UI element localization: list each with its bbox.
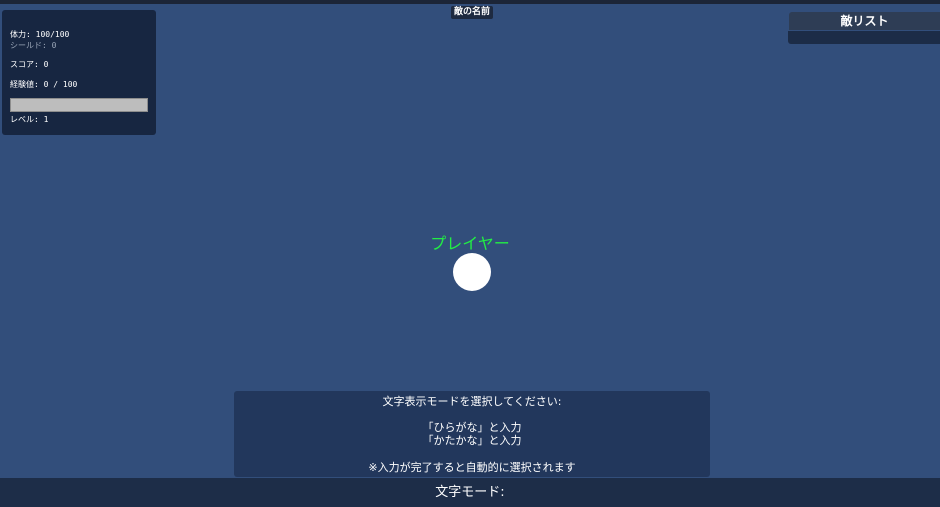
- mode-select-dialog: 文字表示モードを選択してください: 「ひらがな」と入力 「かたかな」と入力 ※入…: [234, 391, 710, 477]
- player-sprite-icon: [453, 253, 491, 291]
- level-stat: レベル: 1: [10, 115, 48, 125]
- exp-stat: 経験値: 0 / 100: [10, 80, 77, 90]
- shield-label: シールド:: [10, 41, 52, 50]
- enemy-name-tag: 敵の名前: [451, 6, 494, 19]
- score-value: 0: [43, 60, 49, 69]
- stats-panel: 体力: 100/100 シールド: 0 スコア: 0 経験値: 0 / 100 …: [2, 10, 156, 135]
- score-stat: スコア: 0: [10, 60, 48, 70]
- mode-prompt: 文字表示モードを選択してください:: [382, 395, 562, 408]
- hp-label: 体力:: [10, 30, 36, 39]
- exp-value: 0 / 100: [43, 80, 78, 89]
- auto-select-note: ※入力が完了すると自動的に選択されます: [368, 461, 576, 474]
- exp-progress-bar: [10, 98, 148, 112]
- hp-stat: 体力: 100/100: [10, 30, 69, 40]
- score-label: スコア:: [10, 60, 44, 69]
- mode-input-bar[interactable]: 文字モード:: [0, 478, 940, 507]
- player-name-label: プレイヤー: [430, 234, 510, 253]
- enemy-list: [788, 31, 940, 44]
- hp-value: 100/100: [35, 30, 70, 39]
- top-edge-strip: [0, 0, 940, 4]
- option-katakana: 「かたかな」と入力: [422, 434, 522, 447]
- level-label: レベル:: [10, 115, 44, 124]
- enemy-list-title: 敵リスト: [789, 12, 940, 30]
- shield-stat: シールド: 0: [10, 41, 56, 51]
- shield-value: 0: [51, 41, 57, 50]
- level-value: 1: [43, 115, 49, 124]
- mode-input-label: 文字モード:: [435, 485, 505, 500]
- exp-label: 経験値:: [10, 80, 44, 89]
- option-hiragana: 「ひらがな」と入力: [422, 421, 522, 434]
